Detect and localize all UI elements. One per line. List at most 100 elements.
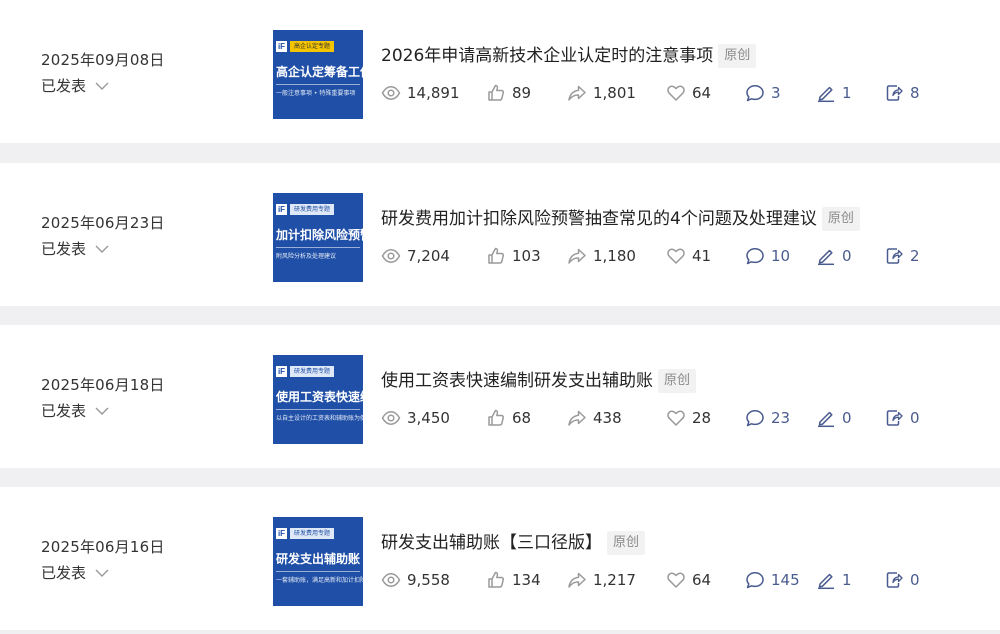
reposts-stat[interactable]: 2	[884, 245, 920, 267]
title-row: 研发支出辅助账【三口径版】 原创	[381, 530, 646, 556]
publish-date: 2025年06月16日	[41, 538, 165, 556]
repost-icon	[886, 85, 903, 101]
date-column: 2025年09月08日 已发表	[41, 50, 165, 96]
original-badge: 原创	[718, 44, 757, 68]
reposts-count: 2	[910, 247, 920, 265]
edits-count: 1	[842, 84, 852, 102]
thumbnail-divider	[276, 247, 360, 248]
shares-count: 1,180	[593, 247, 636, 265]
reposts-count: 0	[910, 409, 920, 427]
article-title[interactable]: 研发费用加计扣除风险预警抽查常见的4个问题及处理建议	[381, 206, 817, 232]
likes-count: 68	[512, 409, 532, 427]
article-card: 2025年09月08日 已发表 iF 高企认定专题 高企认定筹备工作 一般注意事…	[0, 0, 1000, 143]
title-row: 使用工资表快速编制研发支出辅助账 原创	[381, 368, 697, 394]
views-stat: 3,450	[381, 407, 450, 429]
favorites-stat: 28	[666, 407, 711, 429]
chevron-down-icon	[95, 407, 109, 415]
thumbs-up-icon	[488, 409, 505, 426]
thumbnail-headline: 加计扣除风险预警常见问题	[276, 228, 363, 242]
heart-icon	[667, 410, 685, 426]
pen-icon	[818, 86, 834, 103]
repost-icon	[886, 410, 903, 426]
comments-count: 10	[771, 247, 791, 265]
thumbnail-logo: iF	[276, 366, 287, 377]
article-thumbnail[interactable]: iF 高企认定专题 高企认定筹备工作 一般注意事项 • 特殊重要事项	[273, 30, 363, 119]
edits-stat[interactable]: 1	[816, 569, 852, 591]
comments-stat[interactable]: 10	[745, 245, 790, 267]
views-count: 14,891	[407, 84, 460, 102]
article-title[interactable]: 2026年申请高新技术企业认定时的注意事项	[381, 43, 713, 69]
date-column: 2025年06月23日 已发表	[41, 213, 165, 259]
article-thumbnail[interactable]: iF 研发费用专题 研发支出辅助账 一套辅助账，满足高新和加计扣除	[273, 517, 363, 606]
reposts-stat[interactable]: 0	[884, 407, 920, 429]
thumbnail-tag: 高企认定专题	[290, 41, 335, 52]
likes-count: 89	[512, 84, 532, 102]
thumbs-up-icon	[488, 247, 505, 264]
shares-count: 1,801	[593, 84, 636, 102]
edits-stat[interactable]: 0	[816, 245, 852, 267]
favorites-count: 41	[692, 247, 712, 265]
pen-icon	[818, 411, 834, 428]
comments-count: 3	[771, 84, 781, 102]
thumbnail-logo: iF	[276, 528, 287, 539]
status-dropdown[interactable]: 已发表	[41, 239, 165, 259]
eye-icon	[381, 249, 401, 263]
thumbs-up-icon	[488, 84, 505, 101]
comment-icon	[746, 410, 764, 427]
pen-icon	[818, 249, 834, 266]
likes-stat: 89	[486, 82, 531, 104]
status-dropdown[interactable]: 已发表	[41, 76, 165, 96]
edits-count: 0	[842, 247, 852, 265]
reposts-stat[interactable]: 0	[884, 569, 920, 591]
article-title[interactable]: 使用工资表快速编制研发支出辅助账	[381, 368, 653, 394]
edits-stat[interactable]: 1	[816, 82, 852, 104]
thumbnail-divider	[276, 84, 360, 85]
favorites-stat: 64	[666, 82, 711, 104]
thumbnail-divider	[276, 409, 360, 410]
edits-stat[interactable]: 0	[816, 407, 852, 429]
status-dropdown[interactable]: 已发表	[41, 401, 165, 421]
likes-stat: 103	[486, 245, 541, 267]
comments-stat[interactable]: 145	[745, 569, 800, 591]
favorites-count: 64	[692, 84, 712, 102]
publish-status: 已发表	[41, 564, 87, 582]
edits-count: 0	[842, 409, 852, 427]
likes-count: 103	[512, 247, 541, 265]
article-list: 2025年09月08日 已发表 iF 高企认定专题 高企认定筹备工作 一般注意事…	[0, 0, 1000, 634]
thumbnail-subline: 一般注意事项 • 特殊重要事项	[276, 90, 356, 97]
favorites-count: 28	[692, 409, 712, 427]
chevron-down-icon	[95, 82, 109, 90]
comments-stat[interactable]: 3	[745, 82, 781, 104]
comment-icon	[746, 572, 764, 589]
article-title[interactable]: 研发支出辅助账【三口径版】	[381, 530, 602, 556]
share-arrow-icon	[568, 410, 586, 426]
article-card: 2025年06月16日 已发表 iF 研发费用专题 研发支出辅助账 一套辅助账，…	[0, 487, 1000, 630]
original-badge: 原创	[821, 207, 860, 231]
article-thumbnail[interactable]: iF 研发费用专题 使用工资表快速编制 以自主设计的工资表和辅助账为例	[273, 355, 363, 444]
thumbnail-tag: 研发费用专题	[290, 366, 335, 377]
shares-stat: 1,180	[567, 245, 636, 267]
repost-icon	[886, 248, 903, 264]
reposts-count: 0	[910, 571, 920, 589]
views-stat: 9,558	[381, 569, 450, 591]
views-count: 7,204	[407, 247, 450, 265]
thumbnail-logo: iF	[276, 41, 287, 52]
article-card: 2025年06月23日 已发表 iF 研发费用专题 加计扣除风险预警常见问题 附…	[0, 163, 1000, 306]
favorites-stat: 64	[666, 569, 711, 591]
status-dropdown[interactable]: 已发表	[41, 563, 165, 583]
repost-icon	[886, 572, 903, 588]
original-badge: 原创	[658, 369, 697, 393]
chevron-down-icon	[95, 569, 109, 577]
comments-stat[interactable]: 23	[745, 407, 790, 429]
shares-count: 1,217	[593, 571, 636, 589]
thumbnail-headline: 使用工资表快速编制	[276, 390, 363, 404]
thumbnail-logo: iF	[276, 204, 287, 215]
title-row: 研发费用加计扣除风险预警抽查常见的4个问题及处理建议 原创	[381, 206, 860, 232]
comments-count: 145	[771, 571, 800, 589]
reposts-stat[interactable]: 8	[884, 82, 920, 104]
thumbs-up-icon	[488, 571, 505, 588]
article-thumbnail[interactable]: iF 研发费用专题 加计扣除风险预警常见问题 附风险分析及处理建议	[273, 193, 363, 282]
heart-icon	[667, 85, 685, 101]
pen-icon	[818, 573, 834, 590]
publish-date: 2025年06月23日	[41, 214, 165, 232]
